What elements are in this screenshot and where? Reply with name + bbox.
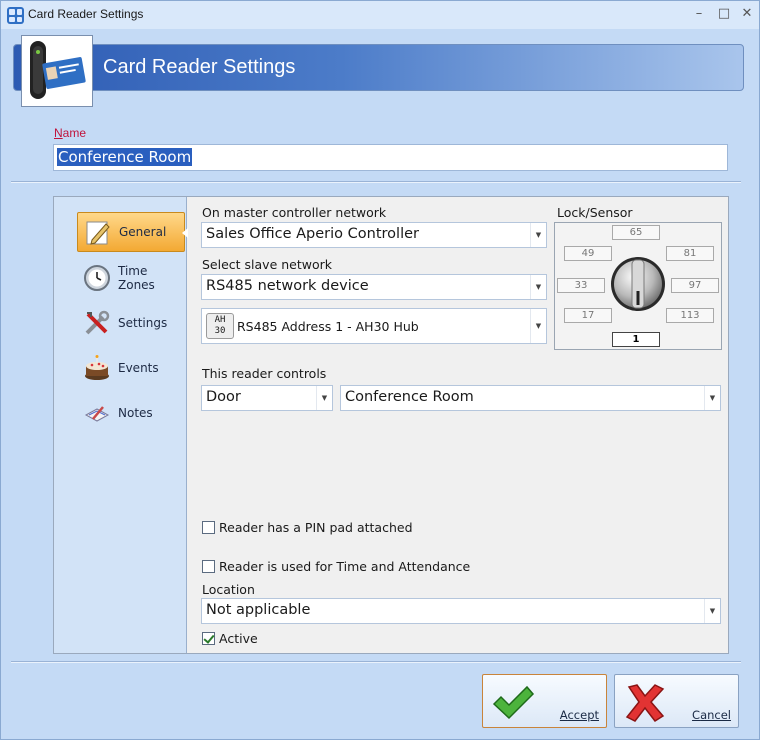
sidebar-item-label: Events (118, 361, 159, 375)
master-network-select[interactable]: Sales Office Aperio Controller ▼ (201, 222, 547, 248)
sidebar-item-general[interactable]: General (77, 212, 185, 252)
check-icon (492, 685, 535, 720)
name-input-value: Conference Room (57, 148, 193, 166)
chevron-down-icon[interactable]: ▼ (704, 599, 720, 623)
app-icon (7, 7, 24, 24)
window-title: Card Reader Settings (28, 7, 144, 21)
name-label-rest: ame (62, 126, 87, 140)
name-input[interactable]: Conference Room (53, 144, 728, 171)
sidebar-item-settings[interactable]: Settings (77, 303, 185, 343)
lock-address-65[interactable]: 65 (612, 225, 660, 240)
tools-icon (85, 310, 110, 335)
time-attendance-label: Reader is used for Time and Attendance (219, 559, 471, 574)
cancel-button[interactable]: Cancel (614, 674, 739, 728)
lock-address-113[interactable]: 113 (666, 308, 714, 323)
close-button[interactable]: ✕ (739, 6, 755, 22)
card-reader-settings-window: Card Reader Settings – □ ✕ Card Reader S… (0, 0, 760, 740)
checkbox-box[interactable] (202, 521, 215, 534)
cancel-label-mnemonic: C (692, 708, 701, 722)
separator-bottom (11, 661, 741, 663)
lock-address-49[interactable]: 49 (564, 246, 612, 261)
pencil-icon (86, 221, 110, 245)
accept-button[interactable]: Accept (482, 674, 607, 728)
slave-address-value: RS485 Address 1 - AH30 Hub (237, 318, 419, 334)
close-x-icon (625, 684, 665, 722)
sidebar-item-label: Notes (118, 406, 153, 420)
active-checkbox[interactable]: Active (202, 631, 258, 646)
checkbox-box-checked[interactable] (202, 632, 215, 645)
sidebar-item-time-zones[interactable]: Time Zones (77, 258, 185, 298)
notes-icon (84, 406, 110, 422)
reader-controls-label: This reader controls (202, 366, 327, 381)
sidebar-item-notes[interactable]: Notes (77, 393, 185, 433)
hub-badge-top: AH (214, 315, 226, 325)
lock-address-33[interactable]: 33 (557, 278, 605, 293)
clock-icon (84, 265, 110, 291)
sidebar-item-events[interactable]: Events (77, 348, 185, 388)
location-select[interactable]: Not applicable ▼ (201, 598, 721, 624)
rotary-knob-icon[interactable] (609, 255, 667, 313)
hub-device-icon: AH 30 (206, 313, 234, 339)
master-network-value: Sales Office Aperio Controller (206, 226, 419, 242)
pin-pad-checkbox[interactable]: Reader has a PIN pad attached (202, 520, 413, 535)
location-label: Location (202, 582, 255, 597)
name-label: Name (54, 126, 86, 140)
active-tab-caret (182, 228, 188, 238)
pin-pad-label: Reader has a PIN pad attached (219, 520, 413, 535)
controls-type-select[interactable]: Door ▼ (201, 385, 333, 411)
chevron-down-icon[interactable]: ▼ (530, 275, 546, 299)
lock-address-97[interactable]: 97 (671, 278, 719, 293)
hub-badge-bottom: 30 (214, 326, 226, 336)
lock-address-17[interactable]: 17 (564, 308, 612, 323)
sidebar-item-label: Time Zones (118, 264, 155, 292)
slave-address-select[interactable]: AH 30 RS485 Address 1 - AH30 Hub ▼ (201, 308, 547, 344)
lock-address-81[interactable]: 81 (666, 246, 714, 261)
sidebar-item-label: General (119, 225, 167, 239)
sidebar-item-label: Settings (118, 316, 168, 330)
separator-top (11, 181, 741, 183)
minimize-button[interactable]: – (691, 6, 707, 22)
accept-label-rest: ccept (567, 708, 599, 722)
checkbox-box[interactable] (202, 560, 215, 573)
chevron-down-icon[interactable]: ▼ (316, 386, 332, 410)
chevron-down-icon[interactable]: ▼ (530, 309, 546, 343)
cake-icon (85, 355, 109, 380)
cancel-label-rest: ancel (700, 708, 731, 722)
time-attendance-checkbox[interactable]: Reader is used for Time and Attendance (202, 559, 470, 574)
active-label: Active (219, 631, 258, 646)
location-value: Not applicable (206, 602, 311, 618)
lock-address-1-selected[interactable]: 1 (612, 332, 660, 347)
controls-target-value: Conference Room (345, 389, 474, 405)
master-network-label: On master controller network (202, 205, 387, 220)
slave-network-value: RS485 network device (206, 278, 369, 294)
header-title: Card Reader Settings (103, 56, 296, 78)
controls-type-value: Door (206, 389, 241, 405)
title-bar: Card Reader Settings – □ ✕ (1, 1, 759, 29)
slave-network-label: Select slave network (202, 257, 333, 272)
chevron-down-icon[interactable]: ▼ (530, 223, 546, 247)
card-reader-icon (21, 35, 93, 107)
accept-label: Accept (560, 708, 599, 722)
cancel-label: Cancel (692, 708, 731, 722)
chevron-down-icon[interactable]: ▼ (704, 386, 720, 410)
name-label-mnemonic: N (54, 126, 63, 140)
lock-sensor-label: Lock/Sensor (557, 205, 633, 220)
controls-target-select[interactable]: Conference Room ▼ (340, 385, 721, 411)
maximize-button[interactable]: □ (716, 6, 732, 22)
sidebar: General Time Zones Settings Events Notes (54, 197, 187, 653)
slave-network-select[interactable]: RS485 network device ▼ (201, 274, 547, 300)
